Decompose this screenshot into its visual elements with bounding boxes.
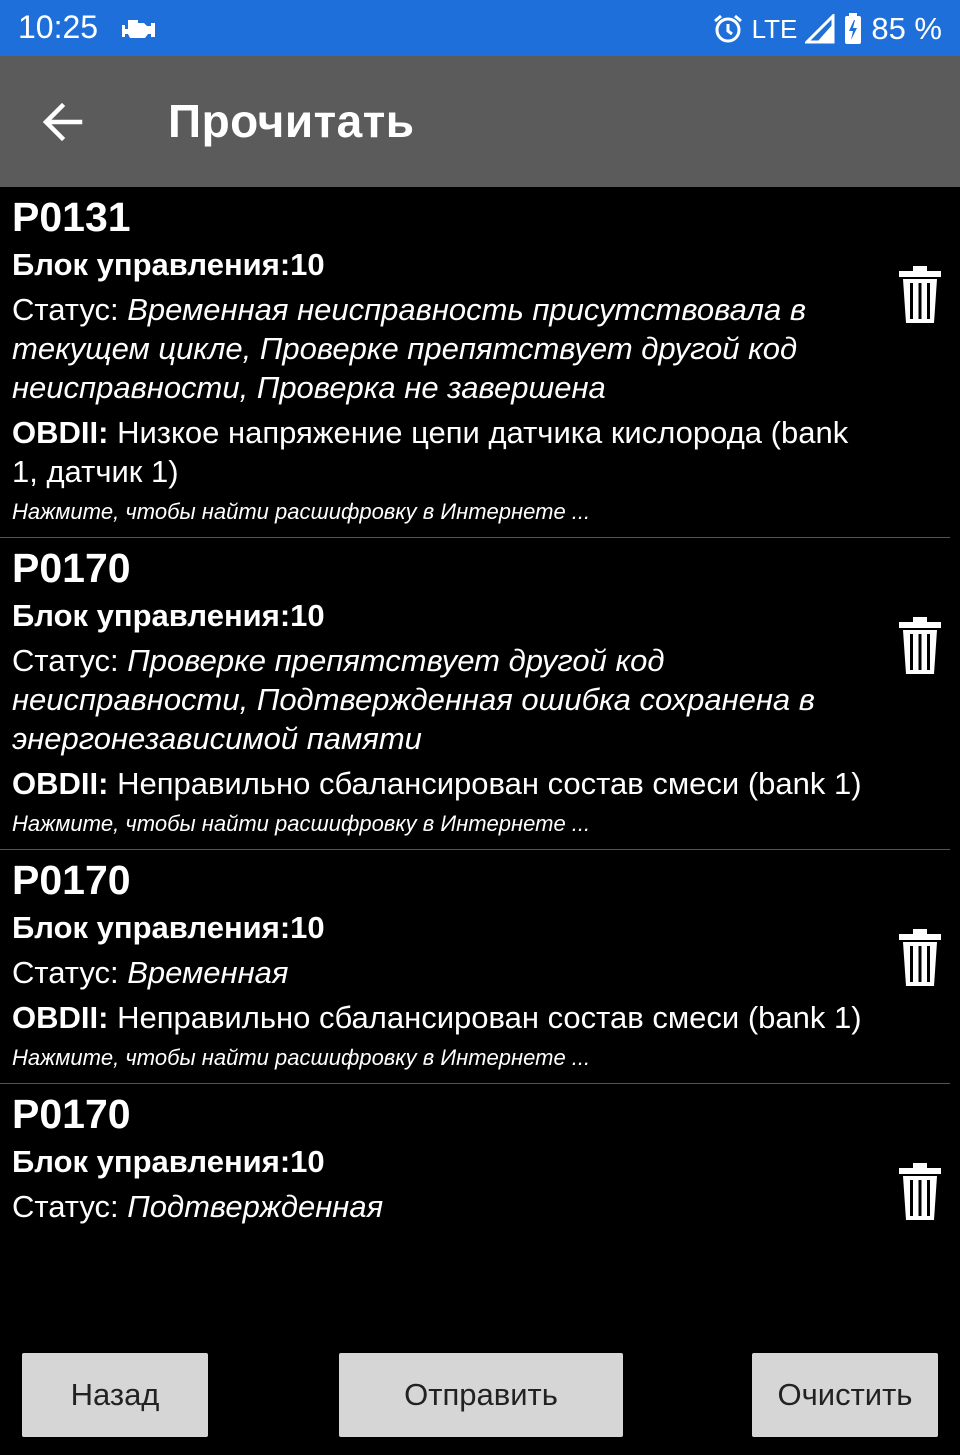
control-unit: Блок управления:10	[12, 247, 325, 282]
error-entry[interactable]: P0170 Блок управления:10 Статус: Временн…	[0, 850, 950, 1084]
status-text: Временная	[127, 955, 289, 990]
status-label: Статус:	[12, 643, 119, 678]
search-online-link[interactable]: Нажмите, чтобы найти расшифровку в Интер…	[12, 1043, 950, 1073]
status-line: Статус: Проверке препятствует другой код…	[12, 641, 882, 758]
control-unit: Блок управления:10	[12, 1144, 325, 1179]
error-list[interactable]: P0131 Блок управления:10 Статус: Временн…	[0, 187, 960, 1327]
obd-line: OBDII: Низкое напряжение цепи датчика ки…	[12, 413, 882, 491]
bottom-bar: Назад Отправить Очистить	[0, 1327, 960, 1455]
status-bar: 10:25 LTE 85 %	[0, 0, 960, 56]
error-code: P0170	[12, 857, 131, 903]
delete-icon[interactable]	[898, 1162, 942, 1222]
error-code: P0170	[12, 545, 131, 591]
status-time: 10:25	[18, 9, 99, 45]
engine-icon	[120, 16, 160, 42]
obd-text: Неправильно сбалансирован состав смеси (…	[117, 1000, 862, 1035]
obd-text: Низкое напряжение цепи датчика кислорода…	[12, 415, 849, 489]
status-text: Проверке препятствует другой код неиспра…	[12, 643, 815, 756]
error-code: P0131	[12, 194, 131, 240]
search-online-link[interactable]: Нажмите, чтобы найти расшифровку в Интер…	[12, 809, 950, 839]
control-unit: Блок управления:10	[12, 598, 325, 633]
error-entry[interactable]: P0170 Блок управления:10 Статус: Проверк…	[0, 538, 950, 850]
obd-line: OBDII: Неправильно сбалансирован состав …	[12, 764, 882, 803]
status-label: Статус:	[12, 1189, 119, 1224]
status-line: Статус: Временная	[12, 953, 882, 992]
delete-icon[interactable]	[898, 928, 942, 988]
app-bar: Прочитать	[0, 56, 960, 187]
status-label: Статус:	[12, 955, 119, 990]
status-text: Временная неисправность присутствовала в…	[12, 292, 807, 405]
obd-label: OBDII:	[12, 1000, 109, 1035]
status-text: Подтвержденная	[127, 1189, 384, 1224]
alarm-clock-icon	[712, 13, 744, 45]
error-code: P0170	[12, 1091, 131, 1137]
obd-label: OBDII:	[12, 766, 109, 801]
send-button[interactable]: Отправить	[339, 1353, 623, 1437]
error-entry[interactable]: P0131 Блок управления:10 Статус: Временн…	[0, 187, 950, 538]
signal-icon	[805, 14, 835, 44]
status-label: Статус:	[12, 292, 119, 327]
status-right: LTE 85 %	[712, 9, 942, 49]
obd-line: OBDII: Неправильно сбалансирован состав …	[12, 998, 882, 1037]
arrow-back-icon[interactable]	[38, 98, 86, 146]
status-line: Статус: Временная неисправность присутст…	[12, 290, 882, 407]
obd-label: OBDII:	[12, 415, 109, 450]
network-type: LTE	[751, 13, 798, 44]
obd-text: Неправильно сбалансирован состав смеси (…	[117, 766, 862, 801]
error-entry[interactable]: P0170 Блок управления:10 Статус: Подтвер…	[0, 1084, 950, 1236]
battery-charging-icon	[843, 12, 863, 46]
control-unit: Блок управления:10	[12, 910, 325, 945]
delete-icon[interactable]	[898, 265, 942, 325]
delete-icon[interactable]	[898, 616, 942, 676]
search-online-link[interactable]: Нажмите, чтобы найти расшифровку в Интер…	[12, 497, 950, 527]
battery-level: 85 %	[871, 11, 942, 46]
clear-button[interactable]: Очистить	[752, 1353, 938, 1437]
back-button[interactable]: Назад	[22, 1353, 208, 1437]
page-title: Прочитать	[168, 95, 415, 147]
status-line: Статус: Подтвержденная	[12, 1187, 882, 1226]
